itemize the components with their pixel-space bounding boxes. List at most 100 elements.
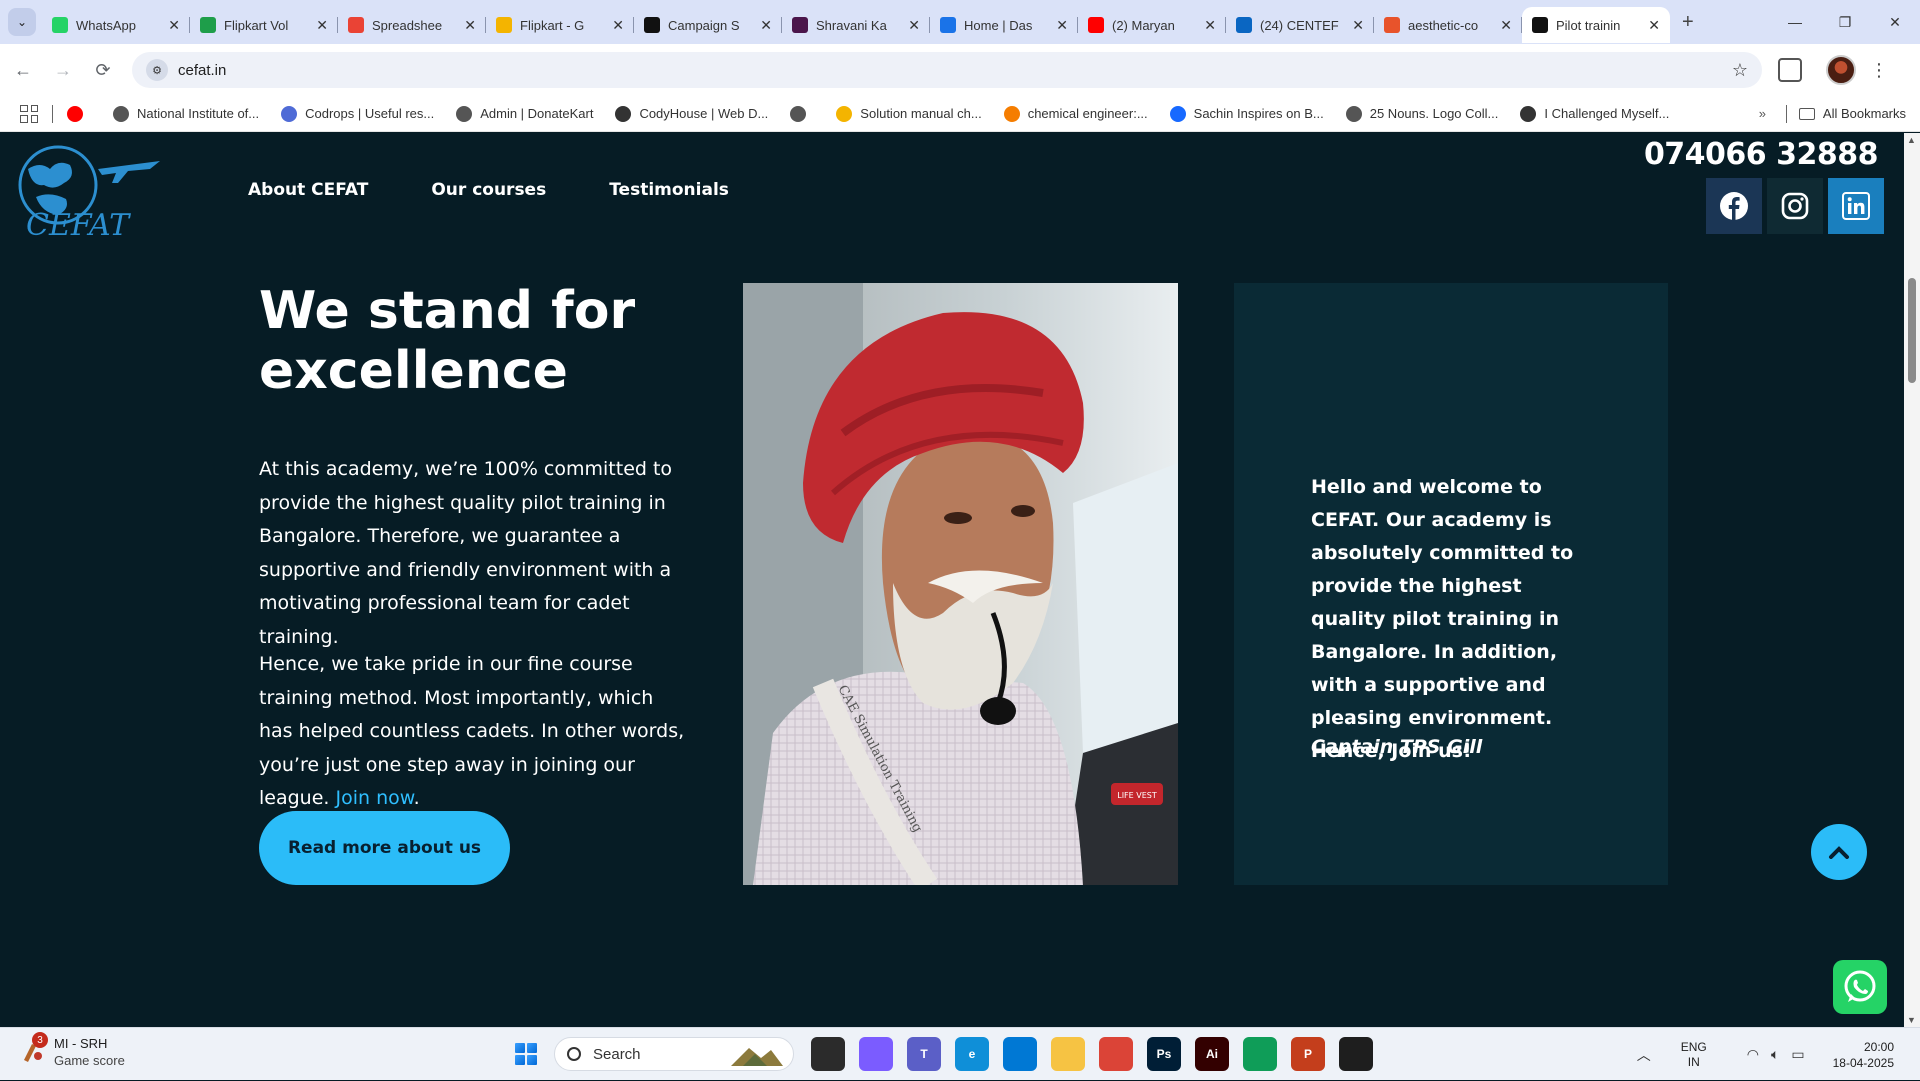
clock[interactable]: 20:00 18-04-2025 <box>1833 1039 1894 1071</box>
close-tab-icon[interactable]: ✕ <box>1648 17 1660 34</box>
blogger-icon <box>1003 105 1020 122</box>
tab-title: WhatsApp <box>76 17 136 33</box>
close-tab-icon[interactable]: ✕ <box>760 17 772 34</box>
browser-tab[interactable]: Campaign S ✕ <box>634 7 782 43</box>
address-bar[interactable]: ⚙ cefat.in ☆ <box>132 52 1762 88</box>
photoshop-icon[interactable]: Ps <box>1147 1037 1181 1071</box>
bookmark-list: National Institute of... Codrops | Useful… <box>67 105 1691 122</box>
wifi-icon: ◠ <box>1746 1046 1759 1062</box>
forward-button[interactable]: → <box>46 53 80 87</box>
pride-paragraph: Hence, we take pride in our fine course … <box>259 653 685 809</box>
taskbar-search[interactable]: Search <box>554 1037 794 1071</box>
bookmark-item[interactable] <box>67 105 91 122</box>
nav-about[interactable]: About CEFAT <box>248 180 368 200</box>
whatsapp-chat-button[interactable] <box>1833 960 1887 1014</box>
close-tab-icon[interactable]: ✕ <box>1500 17 1512 34</box>
facebook-icon <box>1720 192 1748 220</box>
show-hidden-icons-button[interactable]: ︿ <box>1637 1045 1651 1065</box>
reload-button[interactable]: ⟳ <box>86 53 120 87</box>
globe-icon <box>790 105 807 122</box>
browser-tab[interactable]: (2) Maryan ✕ <box>1078 7 1226 43</box>
apps-grid-icon[interactable] <box>20 104 38 123</box>
scroll-up-arrow-icon[interactable]: ▲ <box>1907 135 1916 145</box>
bookmark-item[interactable]: Codrops | Useful res... <box>281 105 434 122</box>
scroll-to-top-button[interactable] <box>1811 824 1867 880</box>
file-explorer-icon[interactable] <box>1051 1037 1085 1071</box>
cefat-logo[interactable]: CEFAT <box>10 139 170 239</box>
edge-icon[interactable]: e <box>955 1037 989 1071</box>
bookmark-item[interactable]: 25 Nouns. Logo Coll... <box>1345 105 1498 122</box>
page-headline: We stand for excellence <box>259 281 636 401</box>
all-bookmarks-button[interactable]: All Bookmarks <box>1823 106 1906 121</box>
close-tab-icon[interactable]: ✕ <box>168 17 180 34</box>
chrome-icon[interactable] <box>1099 1037 1133 1071</box>
facebook-button[interactable] <box>1706 178 1762 234</box>
browser-tab[interactable]: (24) CENTEF ✕ <box>1226 7 1374 43</box>
close-tab-icon[interactable]: ✕ <box>908 17 920 34</box>
bookmark-item[interactable]: Sachin Inspires on B... <box>1169 105 1324 122</box>
more-bookmarks-icon[interactable]: » <box>1759 106 1766 121</box>
start-button[interactable] <box>508 1036 544 1072</box>
url-text[interactable]: cefat.in <box>178 62 1732 79</box>
tab-search-button[interactable]: ⌄ <box>8 8 36 36</box>
browser-tab[interactable]: Pilot trainin ✕ <box>1522 7 1670 43</box>
illustrator-icon[interactable]: Ai <box>1195 1037 1229 1071</box>
new-tab-button[interactable]: + <box>1682 11 1694 34</box>
profile-avatar[interactable] <box>1826 55 1856 85</box>
restore-button[interactable]: ❐ <box>1820 0 1870 44</box>
browser-tab[interactable]: Flipkart Vol ✕ <box>190 7 338 43</box>
copilot-icon[interactable] <box>859 1037 893 1071</box>
whatsapp-icon <box>52 17 68 33</box>
language-indicator[interactable]: ENG IN <box>1681 1040 1707 1070</box>
bookmark-star-icon[interactable]: ☆ <box>1732 60 1748 81</box>
page-scrollbar[interactable]: ▲ ▼ <box>1904 133 1920 1027</box>
bookmark-label: Solution manual ch... <box>860 106 982 121</box>
browser-tab[interactable]: WhatsApp ✕ <box>42 7 190 43</box>
browser-tab[interactable]: Spreadshee ✕ <box>338 7 486 43</box>
browser-tab[interactable]: Flipkart - G ✕ <box>486 7 634 43</box>
nav-testimonials[interactable]: Testimonials <box>609 180 729 200</box>
instagram-button[interactable] <box>1767 178 1823 234</box>
powerpoint-icon[interactable]: P <box>1291 1037 1325 1071</box>
widgets-button[interactable]: 3 MI - SRH Game score <box>18 1032 125 1068</box>
menu-dots-icon[interactable]: ⋮ <box>1870 60 1888 81</box>
browser-tab[interactable]: Shravani Ka ✕ <box>782 7 930 43</box>
bookmark-item[interactable]: National Institute of... <box>113 105 259 122</box>
scroll-down-arrow-icon[interactable]: ▼ <box>1907 1015 1916 1025</box>
linkedin-button[interactable] <box>1828 178 1884 234</box>
close-tab-icon[interactable]: ✕ <box>316 17 328 34</box>
close-tab-icon[interactable]: ✕ <box>1056 17 1068 34</box>
extensions-icon[interactable] <box>1778 58 1802 82</box>
close-tab-icon[interactable]: ✕ <box>1352 17 1364 34</box>
close-window-button[interactable]: ✕ <box>1870 0 1920 44</box>
store-icon[interactable] <box>1003 1037 1037 1071</box>
social-links <box>1701 178 1884 234</box>
bookmark-item[interactable]: CodyHouse | Web D... <box>615 105 768 122</box>
chrome-profile-icon[interactable] <box>1243 1037 1277 1071</box>
close-tab-icon[interactable]: ✕ <box>612 17 624 34</box>
read-more-button[interactable]: Read more about us <box>259 811 510 885</box>
nav-courses[interactable]: Our courses <box>431 180 546 200</box>
browser-tab[interactable]: Home | Das ✕ <box>930 7 1078 43</box>
bookmark-item[interactable]: chemical engineer:... <box>1003 105 1148 122</box>
system-tray[interactable]: ◠ 🔈︎ ▭ <box>1735 1046 1805 1063</box>
join-now-link[interactable]: Join now <box>336 787 414 809</box>
phone-number[interactable]: 074066 32888 <box>1644 137 1879 172</box>
bookmark-item[interactable]: I Challenged Myself... <box>1520 105 1669 122</box>
figma-icon[interactable] <box>1339 1037 1373 1071</box>
close-tab-icon[interactable]: ✕ <box>1204 17 1216 34</box>
window-controls: — ❐ ✕ <box>1770 0 1920 44</box>
tab-title: (24) CENTEF <box>1260 17 1339 33</box>
bookmark-item[interactable] <box>790 105 814 122</box>
site-info-icon[interactable]: ⚙ <box>146 59 168 81</box>
task-view-icon[interactable] <box>811 1037 845 1071</box>
browser-tab[interactable]: aesthetic-co ✕ <box>1374 7 1522 43</box>
globe-icon <box>1345 105 1362 122</box>
minimize-button[interactable]: — <box>1770 0 1820 44</box>
bookmark-item[interactable]: Solution manual ch... <box>836 105 982 122</box>
bookmark-item[interactable]: Admin | DonateKart <box>456 105 593 122</box>
back-button[interactable]: ← <box>6 53 40 87</box>
teams-icon[interactable]: T <box>907 1037 941 1071</box>
scrollbar-thumb[interactable] <box>1908 278 1916 383</box>
close-tab-icon[interactable]: ✕ <box>464 17 476 34</box>
